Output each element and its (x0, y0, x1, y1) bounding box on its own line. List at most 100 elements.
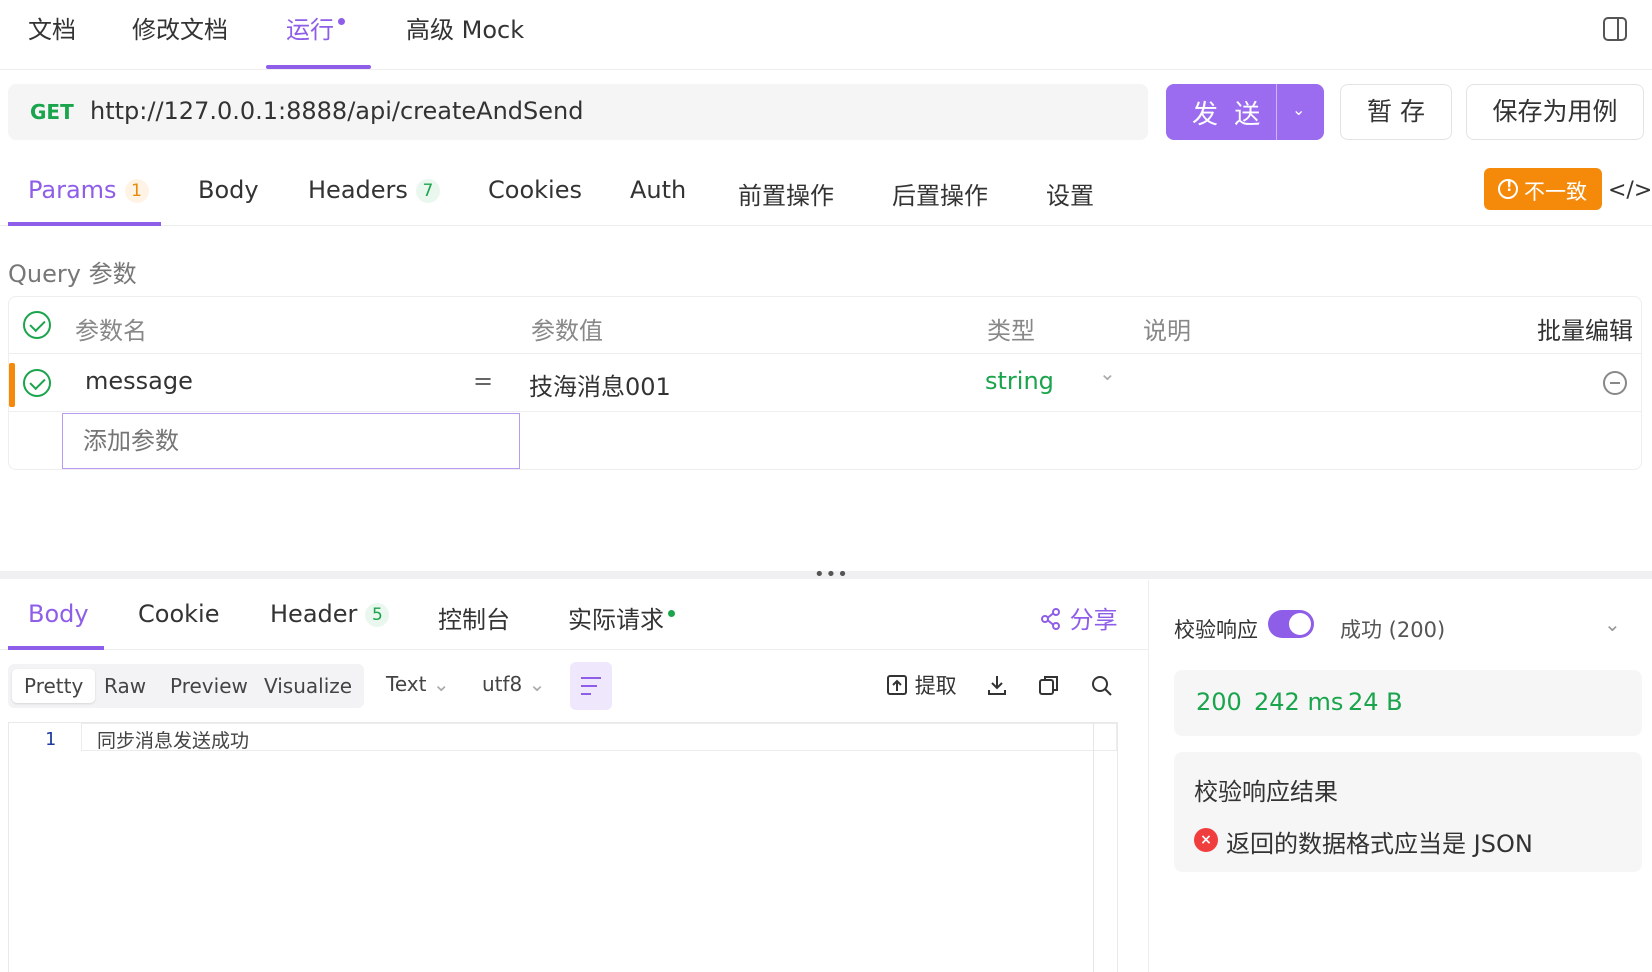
tab-headers-label: Headers (308, 176, 408, 204)
copy-icon[interactable] (1038, 674, 1060, 696)
resp-tab-header-label: Header (270, 600, 358, 628)
resp-tab-body[interactable]: Body (28, 600, 89, 628)
request-tab-bar: Params 1 Body Headers 7 Cookies Auth 前置操作 … (0, 150, 1652, 226)
chevron-down-icon[interactable]: ⌄ (1604, 612, 1621, 636)
share-icon (1041, 608, 1060, 630)
status-dot (668, 610, 675, 617)
url-input[interactable]: http://127.0.0.1:8888/api/createAndSend (90, 97, 583, 125)
send-button[interactable]: 发 送 ⌄ (1166, 84, 1324, 140)
wrap-icon-line (581, 693, 591, 695)
tab-edit-docs[interactable]: 修改文档 (132, 10, 228, 45)
word-wrap-button[interactable] (570, 662, 612, 710)
extract-button[interactable]: 提取 (886, 670, 957, 700)
bulk-edit-link[interactable]: 批量编辑 (1537, 311, 1633, 346)
request-tab-underline (8, 222, 161, 226)
validate-response-label: 校验响应 (1174, 618, 1258, 642)
param-type-select[interactable]: string (985, 367, 1054, 395)
resp-tab-actual-request-label: 实际请求 (568, 606, 664, 634)
response-time: 242 ms (1254, 688, 1344, 716)
format-raw[interactable]: Raw (92, 669, 158, 703)
col-header-value: 参数值 (531, 317, 603, 345)
encoding-dropdown[interactable]: utf8 ⌄ (482, 672, 545, 696)
tab-headers[interactable]: Headers 7 (308, 176, 440, 204)
query-section-title: Query 参数 (8, 260, 137, 288)
wrap-icon (581, 677, 601, 679)
wrap-icon-line (581, 685, 597, 687)
send-label: 发 送 (1192, 100, 1265, 130)
col-header-name: 参数名 (75, 317, 147, 345)
chevron-down-icon: ⌄ (432, 672, 450, 696)
unsaved-dot (338, 18, 345, 25)
resp-tab-actual-request[interactable]: 实际请求 (568, 600, 675, 635)
url-bar[interactable]: GET http://127.0.0.1:8888/api/createAndS… (8, 84, 1148, 140)
tab-settings[interactable]: 设置 (1046, 176, 1094, 211)
tab-params[interactable]: Params 1 (28, 176, 149, 204)
extract-label: 提取 (914, 674, 957, 698)
encoding-dropdown-label: utf8 (482, 672, 523, 696)
save-as-example-button[interactable]: 保存为用例 (1466, 84, 1644, 140)
tab-pre-actions[interactable]: 前置操作 (738, 176, 834, 211)
col-header-type: 类型 (987, 317, 1035, 345)
sidebar-toggle-icon[interactable] (1602, 16, 1628, 42)
params-count-badge: 1 (124, 179, 149, 203)
equals-sign: = (473, 367, 494, 395)
response-tab-underline (8, 646, 104, 650)
response-body-text: 同步消息发送成功 (97, 730, 250, 752)
warning-icon (1498, 179, 1518, 199)
editor-ruler (1093, 723, 1094, 972)
resp-tab-header[interactable]: Header 5 (270, 600, 390, 628)
download-icon[interactable] (986, 674, 1008, 696)
error-icon: × (1194, 828, 1218, 852)
chevron-down-icon[interactable]: ⌄ (1099, 361, 1116, 385)
chevron-down-icon: ⌄ (528, 672, 546, 696)
save-temp-button[interactable]: 暂 存 (1340, 84, 1452, 140)
validation-result-box: 校验响应结果 × 返回的数据格式应当是 JSON (1174, 752, 1642, 872)
response-stats: 200 242 ms 24 B (1174, 670, 1642, 736)
response-tab-bar: Body Cookie Header 5 控制台 实际请求 (0, 580, 1148, 650)
remove-row-icon[interactable] (1603, 371, 1627, 395)
code-icon[interactable]: </> (1608, 178, 1652, 203)
response-size: 24 B (1348, 688, 1403, 716)
validate-response-toggle[interactable] (1268, 610, 1314, 638)
validation-result-title: 校验响应结果 (1194, 778, 1338, 806)
text-dropdown-label: Text (386, 672, 427, 696)
add-param-input[interactable] (62, 413, 520, 469)
tab-body[interactable]: Body (198, 176, 259, 204)
tab-docs[interactable]: 文档 (28, 10, 76, 45)
resp-header-count-badge: 5 (365, 603, 390, 627)
validation-status: 成功 (200) (1340, 618, 1446, 642)
share-button[interactable]: 分享 (1040, 600, 1118, 635)
resp-tab-cookie[interactable]: Cookie (138, 600, 219, 628)
chevron-down-icon[interactable]: ⌄ (1292, 100, 1305, 119)
format-pretty[interactable]: Pretty (12, 669, 96, 703)
top-tab-underline (266, 65, 371, 69)
format-segmented-control: Pretty Raw Preview Visualize (8, 664, 364, 708)
tab-auth[interactable]: Auth (630, 176, 686, 204)
tab-run[interactable]: 运行 (286, 10, 345, 45)
inconsistent-button[interactable]: 不一致 (1484, 168, 1602, 210)
format-visualize[interactable]: Visualize (252, 669, 364, 703)
http-method[interactable]: GET (30, 100, 74, 124)
select-all-checkbox[interactable] (23, 311, 51, 339)
search-icon[interactable] (1090, 674, 1114, 698)
extract-icon (887, 675, 907, 695)
tab-advanced-mock[interactable]: 高级 Mock (406, 10, 524, 45)
tab-cookies[interactable]: Cookies (488, 176, 582, 204)
row-divider (9, 411, 1641, 412)
send-split-divider (1276, 84, 1277, 140)
row-divider (9, 353, 1641, 354)
format-preview[interactable]: Preview (158, 669, 260, 703)
row-enable-checkbox[interactable] (23, 369, 51, 397)
response-body-editor[interactable]: 1 同步消息发送成功 (8, 722, 1118, 972)
modified-indicator (9, 363, 15, 407)
resp-tab-console[interactable]: 控制台 (438, 600, 510, 635)
inconsistent-label: 不一致 (1524, 180, 1587, 204)
status-code: 200 (1196, 688, 1242, 716)
tab-post-actions[interactable]: 后置操作 (892, 176, 988, 211)
text-dropdown[interactable]: Text ⌄ (386, 672, 450, 696)
param-name-cell[interactable]: message (85, 367, 193, 395)
share-label: 分享 (1069, 606, 1118, 634)
validation-error-text: 返回的数据格式应当是 JSON (1226, 830, 1533, 858)
tab-run-label: 运行 (286, 16, 334, 44)
param-value-cell[interactable]: 技海消息001 (529, 367, 671, 402)
